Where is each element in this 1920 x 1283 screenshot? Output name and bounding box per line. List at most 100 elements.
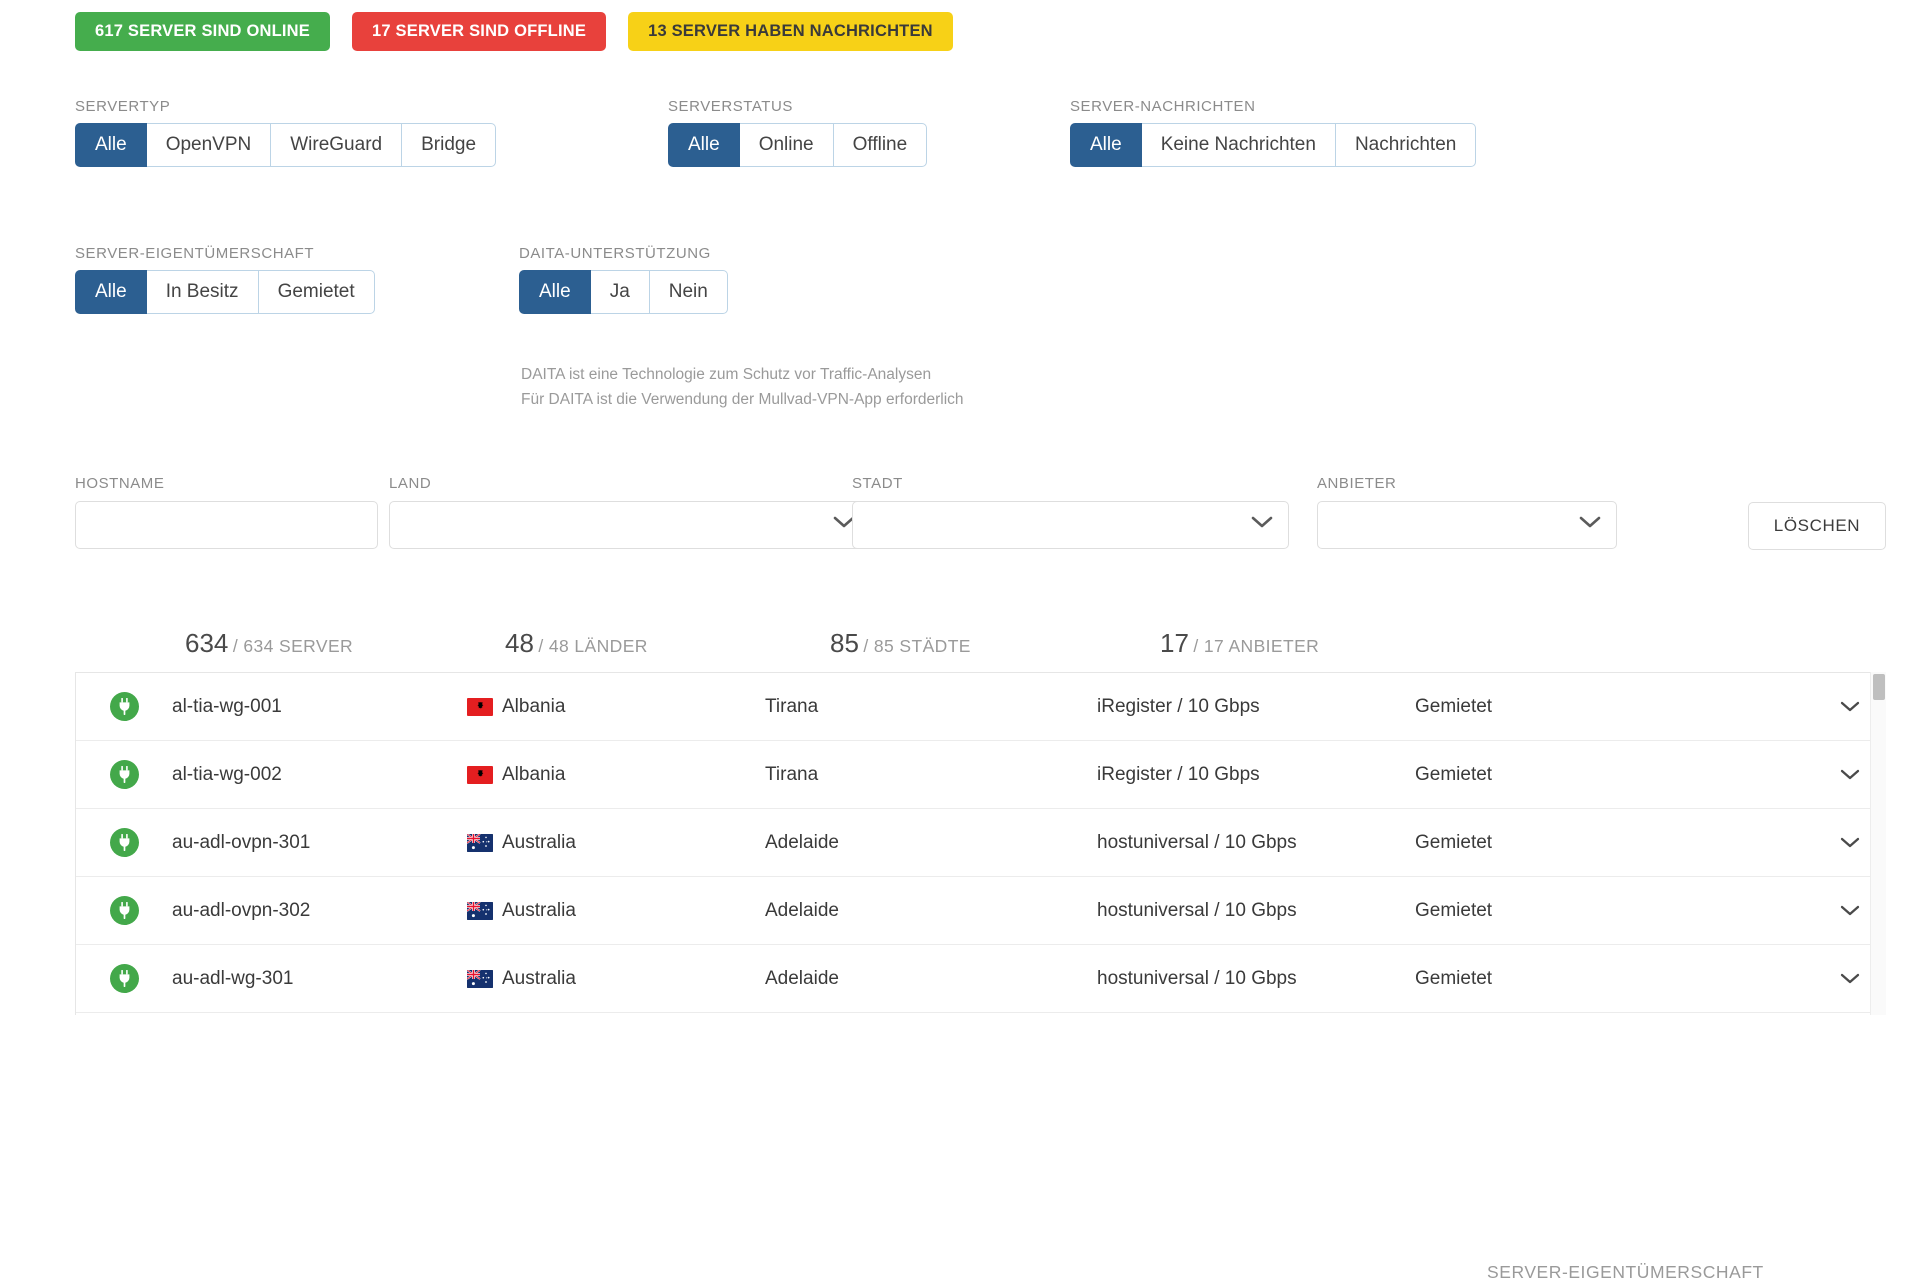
table-row[interactable]: au-adl-ovpn-302 Australia Adelaide hostuniv… xyxy=(76,877,1885,945)
cell-provider: hostuniversal / 10 Gbps xyxy=(1097,831,1297,853)
seg-serverstatus-alle[interactable]: Alle xyxy=(668,123,740,167)
server-status-cell xyxy=(76,964,172,993)
filter-label-serverstatus: SERVERSTATUS xyxy=(668,98,793,115)
seg-ownership-gemietet[interactable]: Gemietet xyxy=(258,270,375,314)
daita-description-line1: DAITA ist eine Technologie zum Schutz vo… xyxy=(521,366,932,383)
cell-country: Albania xyxy=(467,764,765,786)
cell-ownership: Gemietet xyxy=(1415,899,1493,921)
badge-offline[interactable]: 17 SERVER SIND OFFLINE xyxy=(352,12,607,51)
cell-provider: iRegister / 10 Gbps xyxy=(1097,695,1260,717)
seg-ownership-alle[interactable]: Alle xyxy=(75,270,147,314)
filter-group-daita: DAITA-UNTERSTÜTZUNG Alle Ja Nein xyxy=(519,245,728,314)
table-row[interactable]: al-tia-wg-001 Albania Tirana iRegister / 10… xyxy=(76,673,1885,741)
cell-ownership: Gemietet xyxy=(1415,967,1493,989)
segmented-daita: Alle Ja Nein xyxy=(519,270,728,314)
table-row[interactable]: au-adl-wg-301 Australia Adelaide hostuniver… xyxy=(76,945,1885,1013)
select-stadt[interactable] xyxy=(852,501,1289,549)
stat-anbieter: 17 / 17 ANBIETER xyxy=(1160,628,1319,659)
server-status-cell xyxy=(76,828,172,857)
cell-country: Australia xyxy=(467,900,765,922)
filter-group-ownership: SERVER-EIGENTÜMERSCHAFT Alle In Besitz G… xyxy=(75,245,375,314)
seg-daita-ja[interactable]: Ja xyxy=(590,270,650,314)
cell-ownership: Gemietet xyxy=(1415,763,1493,785)
seg-serverstatus-online[interactable]: Online xyxy=(739,123,834,167)
flag-icon xyxy=(467,765,493,784)
seg-daita-nein[interactable]: Nein xyxy=(649,270,728,314)
cell-ownership: Gemietet xyxy=(1415,831,1493,853)
seg-messages-alle[interactable]: Alle xyxy=(1070,123,1142,167)
country-label: Australia xyxy=(502,899,576,921)
segmented-messages: Alle Keine Nachrichten Nachrichten xyxy=(1070,123,1477,167)
stat-anbieter-total: / 17 ANBIETER xyxy=(1193,636,1320,656)
filter-group-serverstatus: SERVERSTATUS Alle Online Offline xyxy=(668,98,928,167)
badge-messages[interactable]: 13 SERVER HABEN NACHRICHTEN xyxy=(628,12,953,51)
label-land: LAND xyxy=(389,475,432,492)
label-stadt: STADT xyxy=(852,475,903,492)
status-badge-row: 617 SERVER SIND ONLINE 17 SERVER SIND OF… xyxy=(75,12,953,51)
cell-ownership: Gemietet xyxy=(1415,695,1493,717)
filter-group-messages: SERVER-NACHRICHTEN Alle Keine Nachrichte… xyxy=(1070,98,1477,167)
seg-ownership-in-besitz[interactable]: In Besitz xyxy=(146,270,259,314)
cell-provider: hostuniversal / 10 Gbps xyxy=(1097,899,1297,921)
cell-hostname: al-tia-wg-001 xyxy=(172,695,282,717)
stats-row: 634 / 634 SERVER 48 / 48 LÄNDER 85 / 85 … xyxy=(0,628,1920,1282)
daita-description: DAITA ist eine Technologie zum Schutz vo… xyxy=(521,362,964,412)
cell-city: Tirana xyxy=(765,695,819,717)
cell-city: Adelaide xyxy=(765,899,839,921)
seg-messages-keine-nachrichten[interactable]: Keine Nachrichten xyxy=(1141,123,1336,167)
seg-daita-alle[interactable]: Alle xyxy=(519,270,591,314)
seg-messages-nachrichten[interactable]: Nachrichten xyxy=(1335,123,1477,167)
stat-laender: 48 / 48 LÄNDER xyxy=(505,628,648,659)
server-status-cell xyxy=(76,896,172,925)
stat-ownership-header: SERVER-EIGENTÜMERSCHAFT xyxy=(1487,1262,1764,1282)
table-scrollbar[interactable] xyxy=(1870,672,1886,1015)
daita-description-line2: Für DAITA ist die Verwendung der Mullvad… xyxy=(521,391,964,408)
clear-filters-button[interactable]: LÖSCHEN xyxy=(1748,502,1886,550)
label-hostname: HOSTNAME xyxy=(75,475,165,492)
label-anbieter: ANBIETER xyxy=(1317,475,1397,492)
server-online-icon xyxy=(109,896,139,925)
country-label: Australia xyxy=(502,967,576,989)
stat-anbieter-count: 17 xyxy=(1160,628,1189,658)
field-stadt: STADT xyxy=(852,475,1289,549)
table-row[interactable]: al-tia-wg-002 Albania Tirana iRegister / 10… xyxy=(76,741,1885,809)
field-land: LAND xyxy=(389,475,871,549)
cell-city: Adelaide xyxy=(765,967,839,989)
cell-country: Australia xyxy=(467,968,765,990)
search-input-hostname[interactable] xyxy=(75,501,378,549)
filter-group-servertype: SERVERTYP Alle OpenVPN WireGuard Bridge xyxy=(75,98,497,167)
search-filter-row: HOSTNAME LAND STADT ANBIETER xyxy=(0,475,1920,565)
seg-servertype-alle[interactable]: Alle xyxy=(75,123,147,167)
seg-servertype-openvpn[interactable]: OpenVPN xyxy=(146,123,272,167)
country-label: Australia xyxy=(502,831,576,853)
server-table: al-tia-wg-001 Albania Tirana iRegister / 10… xyxy=(75,672,1886,1015)
seg-serverstatus-offline[interactable]: Offline xyxy=(833,123,928,167)
server-online-icon xyxy=(109,828,139,857)
country-label: Albania xyxy=(502,763,566,785)
cell-city: Adelaide xyxy=(765,831,839,853)
badge-online[interactable]: 617 SERVER SIND ONLINE xyxy=(75,12,330,51)
segmented-ownership: Alle In Besitz Gemietet xyxy=(75,270,375,314)
seg-servertype-wireguard[interactable]: WireGuard xyxy=(271,123,403,167)
filter-label-daita: DAITA-UNTERSTÜTZUNG xyxy=(519,245,711,262)
field-anbieter: ANBIETER xyxy=(1317,475,1617,549)
flag-icon xyxy=(467,697,493,716)
cell-hostname: al-tia-wg-002 xyxy=(172,763,282,785)
stat-laender-total: / 48 LÄNDER xyxy=(538,636,648,656)
select-land[interactable] xyxy=(389,501,871,549)
cell-hostname: au-adl-ovpn-301 xyxy=(172,831,311,853)
seg-servertype-bridge[interactable]: Bridge xyxy=(402,123,497,167)
stat-server-count: 634 xyxy=(185,628,229,658)
stat-staedte-count: 85 xyxy=(830,628,859,658)
cell-provider: iRegister / 10 Gbps xyxy=(1097,763,1260,785)
filter-label-messages: SERVER-NACHRICHTEN xyxy=(1070,98,1256,115)
server-online-icon xyxy=(109,692,139,721)
cell-provider: hostuniversal / 10 Gbps xyxy=(1097,967,1297,989)
segmented-servertype: Alle OpenVPN WireGuard Bridge xyxy=(75,123,497,167)
scrollbar-thumb[interactable] xyxy=(1873,674,1885,700)
cell-country: Australia xyxy=(467,832,765,854)
segmented-serverstatus: Alle Online Offline xyxy=(668,123,928,167)
select-anbieter[interactable] xyxy=(1317,501,1617,549)
server-status-cell xyxy=(76,760,172,789)
table-row[interactable]: au-adl-ovpn-301 Australia Adelaide hostuniv… xyxy=(76,809,1885,877)
